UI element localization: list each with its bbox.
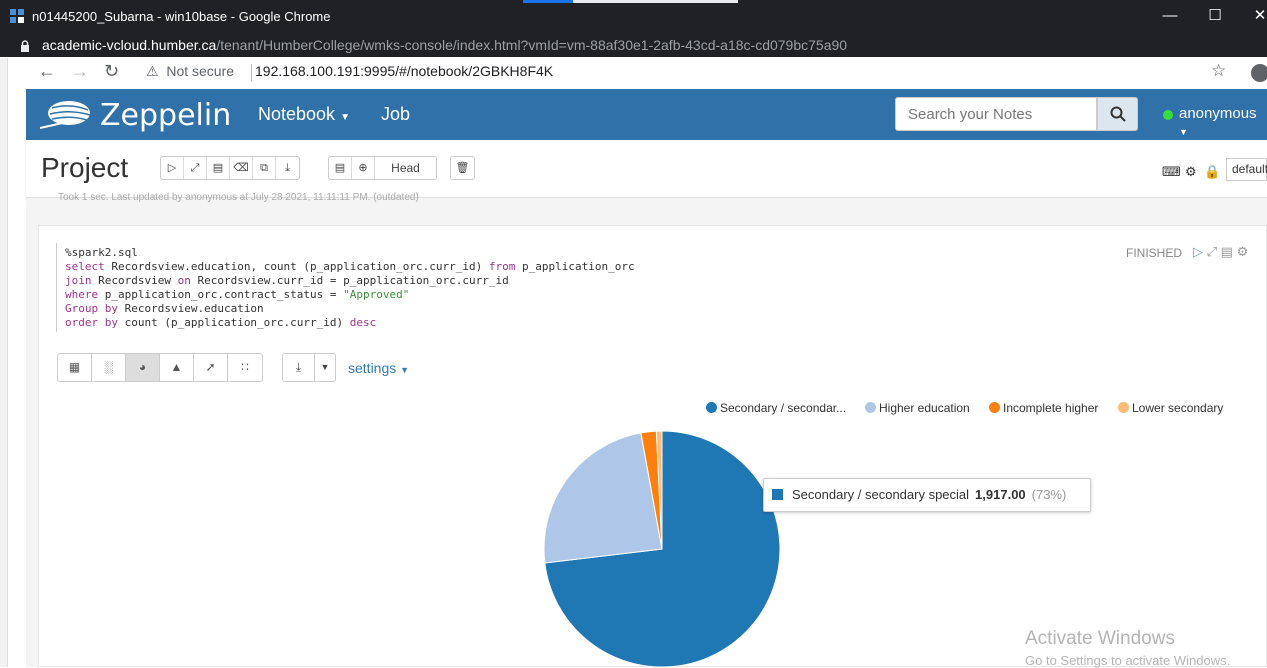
hide-editor-icon[interactable]: ⤢ [1207,244,1217,259]
outer-address-bar: academic-vcloud.humber.ca/tenant/HumberC… [0,33,1267,57]
search-button[interactable] [1097,97,1138,131]
area-chart-icon[interactable]: ▲ [160,354,194,381]
code-line: Group by Recordsview.education [65,302,264,315]
bar-chart-icon[interactable]: ░ [92,354,126,381]
zeppelin-navbar: Zeppelin Notebook ▼ Job Search your Note… [26,89,1267,140]
hide-output-icon[interactable]: ▤ [1221,244,1233,259]
run-all-icon[interactable]: ▷ [161,157,184,179]
run-paragraph-icon[interactable]: ▷ [1193,244,1203,259]
outer-url[interactable]: academic-vcloud.humber.ca/tenant/HumberC… [42,37,847,53]
tooltip-value: 1,917.00 [975,487,1026,502]
legend-item[interactable]: Higher education [865,401,970,415]
code-line: %spark2.sql [65,246,138,259]
notebook-menu[interactable]: Notebook ▼ [258,104,350,125]
pie-chart [543,430,781,667]
separator [251,64,252,81]
visualization-toolbar: ▦ ░ ◕ ▲ ➚ ∷ [57,353,263,382]
line-chart-icon[interactable]: ➚ [194,354,228,381]
last-updated-text: Took 1 sec. Last updated by anonymous at… [58,192,419,203]
legend-item[interactable]: Lower secondary [1118,401,1223,415]
activate-windows-subtext: Go to Settings to activate Windows. [1025,653,1231,668]
clear-output-icon[interactable]: ⌫ [230,157,253,179]
warning-icon: ⚠ [146,63,159,79]
window-title-bar: n01445200_Subarna - win10base - Google C… [0,0,1267,33]
chart-tooltip: Secondary / secondary special 1,917.00 (73… [763,478,1091,512]
export-icon[interactable]: ⤓ [276,157,299,179]
hide-code-icon[interactable]: ⤢ [184,157,207,179]
paragraph-controls: ▷ ⤢ ▤ ⚙ [1193,244,1248,260]
search-icon [1110,106,1126,122]
legend-dot [1118,402,1129,413]
code-gutter [56,243,57,332]
code-line: join Recordsview on Recordsview.curr_id … [65,274,509,287]
code-line: select Recordsview.education, count (p_a… [65,260,635,273]
paragraph-gear-icon[interactable]: ⚙ [1237,244,1249,259]
online-status-icon [1163,110,1173,120]
head-button[interactable]: Head [375,157,436,179]
legend-item[interactable]: Secondary / secondar... [706,401,846,415]
zeppelin-logo-icon[interactable] [40,98,92,130]
legend-dot [706,402,717,413]
zeppelin-brand[interactable]: Zeppelin [100,98,231,133]
tooltip-percent: (73%) [1031,487,1067,502]
paragraph-status: FINISHED [1126,246,1183,260]
tooltip-swatch [772,489,783,500]
code-line: where p_application_orc.contract_status … [65,288,410,301]
forward-icon[interactable]: → [71,61,89,82]
window-title: n01445200_Subarna - win10base - Google C… [32,9,331,24]
search-input[interactable]: Search your Notes [895,97,1097,131]
close-icon[interactable]: ✕ [1245,4,1267,28]
lock-icon[interactable]: 🔒 [1204,164,1220,180]
job-menu[interactable]: Job [381,104,410,125]
download-icon[interactable]: ⤓ [283,354,314,381]
trash-icon[interactable]: 🗑 [451,157,474,179]
version-actions: ▤ ⊕ Head [328,156,437,180]
bookmark-star-icon[interactable]: ☆ [1211,61,1226,81]
vmware-app-icon [10,9,24,23]
lock-icon [20,39,30,55]
user-menu[interactable]: anonymous ▼ [1179,105,1267,139]
tab-indicator [523,0,573,3]
legend-dot [865,402,876,413]
address-input[interactable]: 192.168.100.191:9995/#/notebook/2GBKH8F4… [255,63,553,79]
notebook-actions: ▷ ⤢ ▤ ⌫ ⧉ ⤓ [160,156,300,180]
reload-icon[interactable]: ↻ [104,61,119,82]
browser-toolbar: ← → ↻ ⚠ Not secure 192.168.100.191:9995/… [8,58,1267,88]
legend-dot [989,402,1000,413]
legend-item[interactable]: Incomplete higher [989,401,1098,415]
notebook-title[interactable]: Project [41,152,128,184]
delete-group: 🗑 [450,156,475,180]
caret-down-icon[interactable]: ▼ [314,354,335,381]
commit-icon[interactable]: ▤ [329,157,352,179]
left-edge [0,58,8,667]
hide-output-icon[interactable]: ▤ [207,157,230,179]
profile-avatar[interactable] [1251,64,1267,82]
layout-default-button[interactable]: default [1226,158,1267,181]
table-icon[interactable]: ▦ [58,354,92,381]
download-group: ⤓ ▼ [282,353,336,382]
notebook-header: Project ▷ ⤢ ▤ ⌫ ⧉ ⤓ ▤ ⊕ Head 🗑 ⌨ ⚙ 🔒 def… [26,140,1267,198]
clone-icon[interactable]: ⧉ [253,157,276,179]
revision-icon[interactable]: ⊕ [352,157,375,179]
not-secure-indicator[interactable]: ⚠ Not secure [146,63,234,80]
maximize-icon[interactable]: ☐ [1200,4,1230,28]
tooltip-label: Secondary / secondary special [792,487,970,502]
minimize-icon[interactable]: — [1155,4,1185,28]
caret-down-icon: ▼ [340,112,350,123]
caret-down-icon: ▼ [1179,127,1188,137]
code-line: order by count (p_application_orc.curr_i… [65,316,377,329]
activate-windows-text: Activate Windows [1025,628,1175,649]
gear-icon[interactable]: ⚙ [1185,164,1197,180]
settings-toggle[interactable]: settings ▼ [348,360,409,376]
caret-down-icon: ▼ [400,365,410,375]
scatter-chart-icon[interactable]: ∷ [228,354,262,381]
back-icon[interactable]: ← [38,61,56,82]
tab-indicator-secondary [573,0,738,3]
keyboard-icon[interactable]: ⌨ [1162,164,1181,180]
pie-chart-icon[interactable]: ◕ [126,354,160,381]
